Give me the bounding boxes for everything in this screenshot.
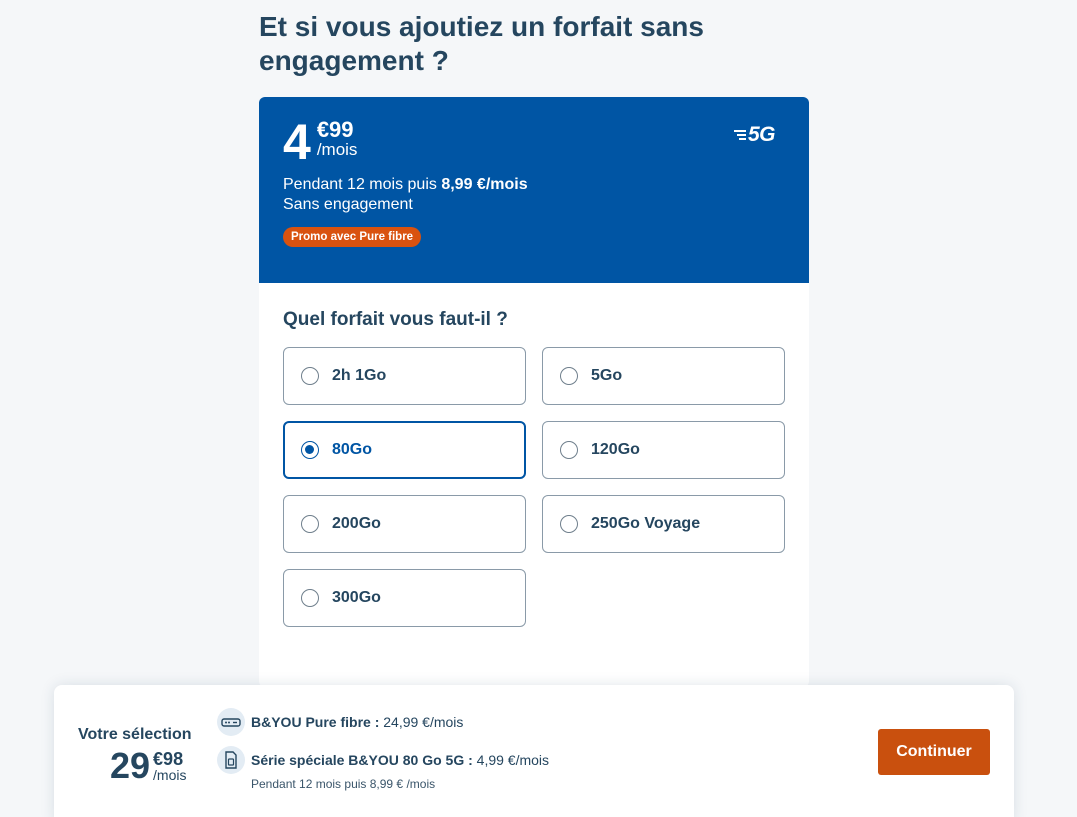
price-cents: €99 <box>316 117 354 142</box>
selection-price-note: Pendant 12 mois puis 8,99 € /mois <box>251 777 436 791</box>
selection-item-name: Série spéciale B&YOU 80 Go 5G : <box>251 752 473 768</box>
continue-button[interactable]: Continuer <box>878 729 990 775</box>
offer-price: 4 €99 /mois <box>283 114 785 170</box>
speed-lines-icon <box>733 128 746 142</box>
selection-summary-bar: Votre sélection 29 €98 /mois B&YOU Pure … <box>54 685 1014 817</box>
plan-option-label: 300Go <box>332 589 381 606</box>
page-title: Et si vous ajoutiez un forfait sans enga… <box>259 11 704 76</box>
plan-option-5go[interactable]: 5Go <box>542 347 785 405</box>
plan-option-120go[interactable]: 120Go <box>542 421 785 479</box>
offer-desc-prefix: Pendant 12 mois puis <box>283 176 442 193</box>
offer-desc-price: 8,99 €/mois <box>441 176 528 193</box>
plan-option-label: 80Go <box>332 441 373 458</box>
plan-option-label: 120Go <box>591 441 640 458</box>
radio-button[interactable] <box>301 515 319 533</box>
promo-badge: Promo avec Pure fibre <box>283 227 422 247</box>
total-price-unit: /mois <box>153 767 187 783</box>
5g-label: 5G <box>747 123 776 146</box>
price-integer: 4 <box>283 114 311 170</box>
offer-card: 4 €99 /mois 5G Pendant 12 mois puis 8,99… <box>259 97 809 687</box>
plan-option-2h-1go[interactable]: 2h 1Go <box>283 347 526 405</box>
radio-button[interactable] <box>560 515 578 533</box>
5g-badge: 5G <box>733 123 776 147</box>
router-icon <box>217 708 245 736</box>
selection-item-price: 4,99 €/mois <box>472 752 550 768</box>
selection-total-price: 29 €98 /mois <box>110 747 187 785</box>
price-unit: /mois <box>316 140 358 159</box>
plan-option-label: 5Go <box>591 367 623 384</box>
offer-desc-commitment: Sans engagement <box>283 196 413 213</box>
total-price-integer: 29 <box>110 745 151 786</box>
plan-option-label: 250Go Voyage <box>591 515 701 532</box>
radio-button[interactable] <box>301 589 319 607</box>
total-price-cents: €98 <box>153 749 184 769</box>
selection-title: Votre sélection <box>78 726 192 743</box>
offer-description: Pendant 12 mois puis 8,99 €/mois Sans en… <box>283 175 785 215</box>
plan-option-250go-voyage[interactable]: 250Go Voyage <box>542 495 785 553</box>
plan-option-80go[interactable]: 80Go <box>283 421 526 479</box>
radio-button[interactable] <box>560 367 578 385</box>
radio-button[interactable] <box>560 441 578 459</box>
plan-option-label: 2h 1Go <box>332 367 387 384</box>
radio-button-selected[interactable] <box>301 441 319 459</box>
plan-option-label: 200Go <box>332 515 381 532</box>
selection-item-name: B&YOU Pure fibre : <box>251 714 380 730</box>
selection-item-fibre: B&YOU Pure fibre : 24,99 €/mois <box>217 708 463 736</box>
offer-header: 4 €99 /mois 5G Pendant 12 mois puis 8,99… <box>259 97 809 283</box>
selection-item-price: 24,99 €/mois <box>379 714 464 730</box>
plan-question: Quel forfait vous faut-il ? <box>283 309 508 330</box>
radio-button[interactable] <box>301 367 319 385</box>
sim-card-icon <box>217 746 245 774</box>
plan-option-300go[interactable]: 300Go <box>283 569 526 627</box>
selection-item-mobile: Série spéciale B&YOU 80 Go 5G : 4,99 €/m… <box>217 746 549 774</box>
plan-option-200go[interactable]: 200Go <box>283 495 526 553</box>
